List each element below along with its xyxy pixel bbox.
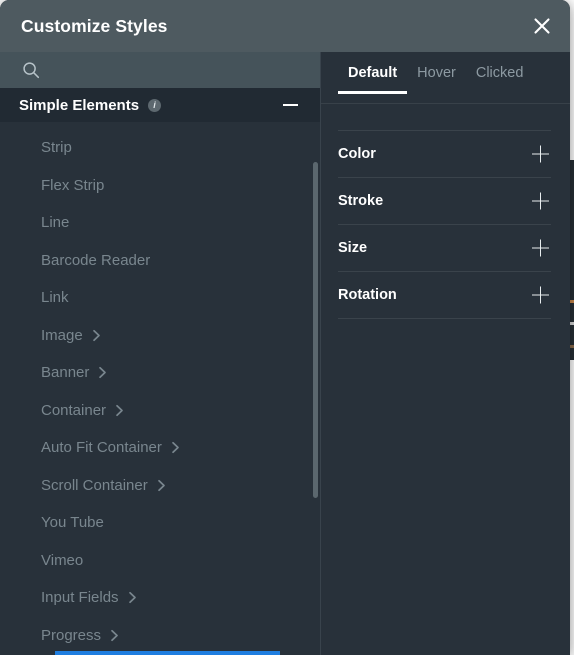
element-browser-panel: Simple Elements i Strip Flex Strip Line Bar… xyxy=(0,52,320,655)
plus-icon[interactable] xyxy=(532,192,549,210)
element-list-item[interactable]: Flex Strip xyxy=(0,167,320,205)
style-section-label: Rotation xyxy=(338,287,397,303)
element-list-item-label: Flex Strip xyxy=(41,176,105,194)
group-header-simple-elements[interactable]: Simple Elements i xyxy=(0,88,320,122)
selection-accent-bar xyxy=(55,651,280,655)
customize-styles-dialog: Customize Styles Simple Elements i Strip… xyxy=(0,0,570,655)
search-input[interactable] xyxy=(40,52,320,88)
element-list-item[interactable]: Scroll Container xyxy=(0,467,320,505)
element-list-item-label: Container xyxy=(41,401,107,419)
backdrop-fleck xyxy=(570,322,574,325)
element-list-item[interactable]: Banner xyxy=(0,354,320,392)
element-list-item[interactable]: Auto Fit Container xyxy=(0,429,320,467)
style-section-label: Stroke xyxy=(338,193,384,209)
state-tabs[interactable]: Default Hover Clicked xyxy=(321,52,570,103)
element-list[interactable]: Strip Flex Strip Line Barcode Reader Link Ima… xyxy=(0,122,320,655)
dialog-body: Simple Elements i Strip Flex Strip Line Bar… xyxy=(0,52,570,655)
element-list-item[interactable]: Input Fields xyxy=(0,579,320,617)
tab-default[interactable]: Default xyxy=(338,61,408,94)
element-list-item[interactable]: Line xyxy=(0,204,320,242)
backdrop-fleck xyxy=(570,345,574,348)
dialog-titlebar: Customize Styles xyxy=(0,0,570,52)
section-top-spacer xyxy=(338,104,551,131)
style-sections: Color Stroke Size Rotation xyxy=(321,104,570,319)
style-section-size[interactable]: Size xyxy=(338,225,551,272)
close-icon[interactable] xyxy=(528,12,556,40)
tab-hover[interactable]: Hover xyxy=(407,61,466,94)
element-list-item[interactable]: Vimeo xyxy=(0,542,320,580)
tab-clicked[interactable]: Clicked xyxy=(466,61,534,94)
sidebar-scrollbar-thumb[interactable] xyxy=(313,162,318,498)
group-title: Simple Elements xyxy=(19,96,140,114)
search-icon xyxy=(23,62,40,79)
element-list-item-label: Vimeo xyxy=(41,551,84,569)
element-list-item-label: Strip xyxy=(41,139,72,157)
element-list-item[interactable]: You Tube xyxy=(0,504,320,542)
element-list-item-label: Link xyxy=(41,289,69,307)
element-list-item-label: Banner xyxy=(41,364,90,382)
element-list-item[interactable]: Container xyxy=(0,392,320,430)
search-bar[interactable] xyxy=(0,52,320,88)
element-list-item-label: Progress xyxy=(41,626,102,644)
element-list-item-label: Input Fields xyxy=(41,589,119,607)
element-list-item-label: Image xyxy=(41,326,83,344)
element-list-item-label: Auto Fit Container xyxy=(41,439,162,457)
element-list-item[interactable]: Strip xyxy=(0,129,320,167)
plus-icon[interactable] xyxy=(532,239,549,257)
element-list-item-label: Barcode Reader xyxy=(41,251,151,269)
plus-icon[interactable] xyxy=(532,145,549,163)
plus-icon[interactable] xyxy=(532,286,549,304)
element-list-item[interactable]: Barcode Reader xyxy=(0,242,320,280)
info-icon[interactable]: i xyxy=(148,98,162,112)
element-list-item[interactable]: Link xyxy=(0,279,320,317)
minus-icon[interactable] xyxy=(283,104,298,106)
element-list-item-label: Line xyxy=(41,214,70,232)
element-list-item-label: Scroll Container xyxy=(41,476,148,494)
style-section-stroke[interactable]: Stroke xyxy=(338,178,551,225)
element-list-item[interactable]: Progress xyxy=(0,617,320,655)
style-section-label: Color xyxy=(338,146,376,162)
style-section-label: Size xyxy=(338,240,368,256)
style-section-color[interactable]: Color xyxy=(338,131,551,178)
dialog-title: Customize Styles xyxy=(21,16,168,36)
style-section-rotation[interactable]: Rotation xyxy=(338,272,551,319)
element-list-item[interactable]: Image xyxy=(0,317,320,355)
backdrop-fleck xyxy=(570,300,574,303)
style-properties-panel: Default Hover Clicked Color Stroke Size Rotat… xyxy=(320,52,570,655)
element-list-item-label: You Tube xyxy=(41,514,104,532)
